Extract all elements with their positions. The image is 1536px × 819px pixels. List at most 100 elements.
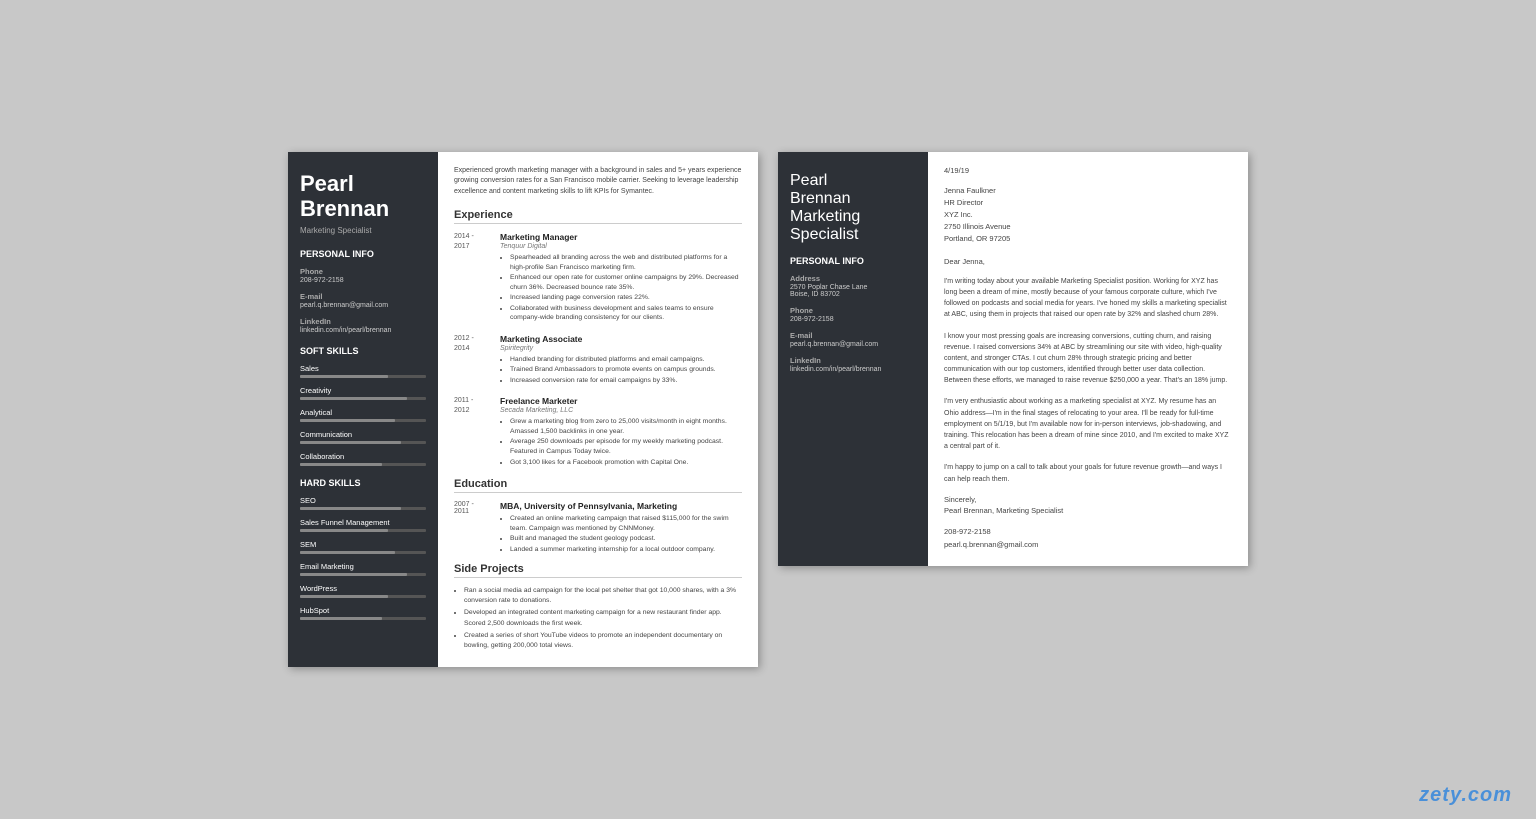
exp-bullet: Enhanced our open rate for customer onli…: [510, 273, 742, 292]
exp-bullets: Spearheaded all branding across the web …: [500, 253, 742, 323]
cover-body: I'm writing today about your available M…: [944, 276, 1232, 485]
cover-paragraph: I know your most pressing goals are incr…: [944, 331, 1232, 387]
experience-entry: 2012 - 2014Marketing AssociateSpiritegri…: [454, 334, 742, 387]
cover-address-label: Address: [790, 274, 916, 283]
cover-phone-label: Phone: [790, 306, 916, 315]
side-projects-list: Ran a social media ad campaign for the l…: [454, 586, 742, 651]
resume-summary: Experienced growth marketing manager wit…: [454, 166, 742, 198]
soft-skill-bar-fill: [300, 441, 401, 444]
soft-skill-bar-bg: [300, 397, 426, 400]
exp-bullet: Collaborated with business development a…: [510, 304, 742, 323]
soft-skill-name: Analytical: [300, 408, 426, 417]
resume-linkedin-value: linkedin.com/in/pearl/brennan: [300, 327, 426, 334]
exp-job-title: Marketing Associate: [500, 334, 716, 344]
recipient-city: Portland, OR 97205: [944, 233, 1232, 245]
resume-document: Pearl Brennan Marketing Specialist Perso…: [288, 152, 758, 667]
soft-skill-name: Creativity: [300, 386, 426, 395]
hard-skill-bar-fill: [300, 507, 401, 510]
documents-container: Pearl Brennan Marketing Specialist Perso…: [288, 152, 1248, 667]
exp-bullet: Average 250 downloads per episode for my…: [510, 437, 742, 456]
hard-skill-bar-fill: [300, 595, 388, 598]
cover-email-value: pearl.q.brennan@gmail.com: [790, 341, 916, 348]
exp-dates: 2014 - 2017: [454, 232, 492, 324]
exp-bullet: Spearheaded all branding across the web …: [510, 253, 742, 272]
soft-skill-bar-bg: [300, 375, 426, 378]
cover-email-label: E-mail: [790, 331, 916, 340]
edu-bullet: Built and managed the student geology po…: [510, 534, 742, 544]
hard-skill-name: SEM: [300, 540, 426, 549]
resume-soft-skills-heading: Soft Skills: [300, 346, 426, 356]
experience-section-title: Experience: [454, 209, 742, 224]
recipient-company: XYZ Inc.: [944, 209, 1232, 221]
exp-bullet: Grew a marketing blog from zero to 25,00…: [510, 417, 742, 436]
cover-linkedin-value: linkedin.com/in/pearl/brennan: [790, 366, 916, 373]
experience-list: 2014 - 2017Marketing ManagerTenquur Digi…: [454, 232, 742, 468]
cover-name-last: Brennan: [790, 190, 916, 208]
cover-linkedin-label: LinkedIn: [790, 356, 916, 365]
side-project-bullet: Created a series of short YouTube videos…: [464, 631, 742, 651]
cover-personal-info-heading: Personal Info: [790, 256, 916, 266]
exp-content: Marketing ManagerTenquur DigitalSpearhea…: [500, 232, 742, 324]
recipient-address: 2750 Illinois Avenue: [944, 221, 1232, 233]
soft-skill-bar-fill: [300, 375, 388, 378]
exp-company: Spiritegrity: [500, 345, 716, 352]
exp-company: Tenquur Digital: [500, 243, 742, 250]
hard-skill-bar-fill: [300, 617, 382, 620]
exp-company: Secada Marketing, LLC: [500, 407, 742, 414]
exp-job-title: Freelance Marketer: [500, 396, 742, 406]
education-section-title: Education: [454, 478, 742, 493]
hard-skill-name: HubSpot: [300, 606, 426, 615]
resume-personal-info-heading: Personal Info: [300, 249, 426, 259]
resume-email-value: pearl.q.brennan@gmail.com: [300, 302, 426, 309]
hard-skill-name: Sales Funnel Management: [300, 518, 426, 527]
cover-recipient: Jenna Faulkner HR Director XYZ Inc. 2750…: [944, 185, 1232, 245]
cover-phone-value: 208-972-2158: [790, 316, 916, 323]
hard-skill-bar-bg: [300, 507, 426, 510]
hard-skill-bar-bg: [300, 595, 426, 598]
exp-content: Freelance MarketerSecada Marketing, LLC G…: [500, 396, 742, 468]
soft-skill-bar-fill: [300, 397, 407, 400]
exp-bullets: Grew a marketing blog from zero to 25,00…: [500, 417, 742, 467]
resume-phone-value: 208-972-2158: [300, 277, 426, 284]
exp-dates: 2011 - 2012: [454, 396, 492, 468]
side-projects-section-title: Side Projects: [454, 563, 742, 578]
cover-paragraph: I'm happy to jump on a call to talk abou…: [944, 462, 1232, 484]
exp-bullet: Trained Brand Ambassadors to promote eve…: [510, 365, 716, 375]
education-entry: 2007 - 2011MBA, University of Pennsylvan…: [454, 501, 742, 555]
exp-bullet: Increased conversion rate for email camp…: [510, 376, 716, 386]
exp-bullet: Got 3,100 likes for a Facebook promotion…: [510, 458, 742, 468]
cover-paragraph: I'm writing today about your available M…: [944, 276, 1232, 321]
cover-contact-info: 208-972-2158 pearl.q.brennan@gmail.com: [944, 525, 1232, 552]
edu-dates: 2007 - 2011: [454, 501, 492, 555]
hard-skill-bar-fill: [300, 529, 388, 532]
resume-hard-skills-heading: Hard Skills: [300, 478, 426, 488]
resume-linkedin-label: LinkedIn: [300, 317, 426, 326]
cover-salutation: Dear Jenna,: [944, 257, 1232, 266]
cover-paragraph: I'm very enthusiastic about working as a…: [944, 396, 1232, 452]
hard-skill-bar-bg: [300, 617, 426, 620]
resume-phone-label: Phone: [300, 267, 426, 276]
cover-date: 4/19/19: [944, 166, 1232, 175]
soft-skill-name: Sales: [300, 364, 426, 373]
soft-skill-bar-bg: [300, 419, 426, 422]
hard-skill-name: Email Marketing: [300, 562, 426, 571]
resume-sidebar: Pearl Brennan Marketing Specialist Perso…: [288, 152, 438, 667]
soft-skill-bar-bg: [300, 441, 426, 444]
edu-content: MBA, University of Pennsylvania, Marketi…: [500, 501, 742, 555]
cover-sidebar: Pearl Brennan Marketing Specialist Perso…: [778, 152, 928, 566]
soft-skill-name: Collaboration: [300, 452, 426, 461]
exp-bullet: Increased landing page conversion rates …: [510, 293, 742, 303]
edu-bullets: Created an online marketing campaign tha…: [500, 514, 742, 554]
cover-letter-document: Pearl Brennan Marketing Specialist Perso…: [778, 152, 1248, 566]
exp-bullets: Handled branding for distributed platfor…: [500, 355, 716, 386]
soft-skill-name: Communication: [300, 430, 426, 439]
exp-dates: 2012 - 2014: [454, 334, 492, 387]
edu-bullet: Created an online marketing campaign tha…: [510, 514, 742, 533]
side-project-bullet: Ran a social media ad campaign for the l…: [464, 586, 742, 606]
hard-skill-bar-bg: [300, 573, 426, 576]
hard-skill-bar-fill: [300, 573, 407, 576]
hard-skill-bar-fill: [300, 551, 395, 554]
cover-main: 4/19/19 Jenna Faulkner HR Director XYZ I…: [928, 152, 1248, 566]
exp-content: Marketing AssociateSpiritegrity Handled b…: [500, 334, 716, 387]
cover-name-first: Pearl: [790, 172, 916, 190]
